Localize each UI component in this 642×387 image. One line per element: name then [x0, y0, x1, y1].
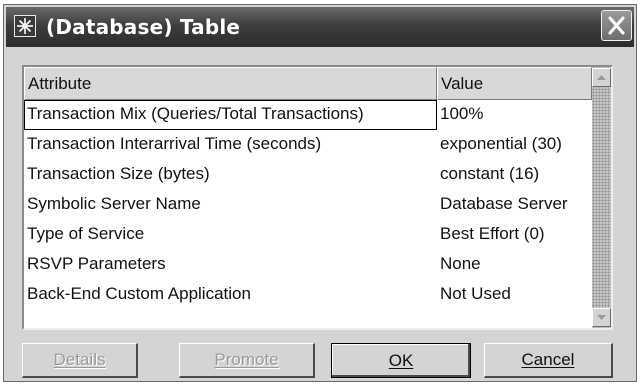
- promote-button[interactable]: Promote: [179, 343, 315, 378]
- value-cell[interactable]: exponential (30): [437, 130, 592, 160]
- value-cell[interactable]: Not Used: [437, 280, 592, 310]
- value-cell[interactable]: constant (16): [437, 160, 592, 190]
- attribute-cell[interactable]: Type of Service: [24, 220, 437, 250]
- table-body: Attribute Value Transaction Mix (Queries…: [24, 67, 592, 328]
- attribute-table: Attribute Value Transaction Mix (Queries…: [22, 65, 613, 330]
- window-title: (Database) Table: [46, 15, 241, 39]
- scroll-up-arrow-icon: [597, 75, 606, 80]
- column-header-value[interactable]: Value: [437, 67, 592, 100]
- value-cell[interactable]: 100%: [437, 100, 592, 130]
- table-row[interactable]: Transaction Mix (Queries/Total Transacti…: [24, 100, 592, 130]
- table-row[interactable]: Transaction Size (bytes) constant (16): [24, 160, 592, 190]
- table-row[interactable]: Transaction Interarrival Time (seconds) …: [24, 130, 592, 160]
- vertical-scrollbar[interactable]: [592, 67, 611, 328]
- table-row[interactable]: Symbolic Server Name Database Server: [24, 190, 592, 220]
- dialog-window: (Database) Table Attribute Value Transac…: [3, 4, 637, 382]
- attribute-cell[interactable]: Transaction Mix (Queries/Total Transacti…: [24, 100, 437, 130]
- column-header-attribute[interactable]: Attribute: [24, 67, 437, 100]
- value-cell[interactable]: Database Server: [437, 190, 592, 220]
- details-button[interactable]: Details: [22, 343, 138, 378]
- table-row[interactable]: Type of Service Best Effort (0): [24, 220, 592, 250]
- cancel-button-label: Cancel: [521, 350, 575, 369]
- close-x-icon: [608, 16, 625, 35]
- scroll-down-button[interactable]: [592, 308, 611, 327]
- attribute-cell[interactable]: Back-End Custom Application: [24, 280, 437, 310]
- attribute-cell[interactable]: Symbolic Server Name: [24, 190, 437, 220]
- scroll-up-button[interactable]: [592, 68, 611, 87]
- ok-button[interactable]: OK: [331, 343, 471, 378]
- title-bar[interactable]: (Database) Table: [6, 7, 634, 47]
- details-button-label: Details: [53, 350, 106, 369]
- value-cell[interactable]: None: [437, 250, 592, 280]
- table-row[interactable]: Back-End Custom Application Not Used: [24, 280, 592, 310]
- scroll-down-arrow-icon: [597, 315, 606, 320]
- attribute-cell[interactable]: RSVP Parameters: [24, 250, 437, 280]
- ok-button-label: OK: [388, 350, 414, 370]
- promote-button-label: Promote: [214, 350, 279, 369]
- cancel-button[interactable]: Cancel: [484, 343, 613, 378]
- star-burst-icon: [14, 15, 36, 37]
- close-button[interactable]: [601, 10, 632, 41]
- attribute-cell[interactable]: Transaction Size (bytes): [24, 160, 437, 190]
- value-cell[interactable]: Best Effort (0): [437, 220, 592, 250]
- attribute-cell[interactable]: Transaction Interarrival Time (seconds): [24, 130, 437, 160]
- table-header: Attribute Value: [24, 67, 592, 100]
- table-row[interactable]: RSVP Parameters None: [24, 250, 592, 280]
